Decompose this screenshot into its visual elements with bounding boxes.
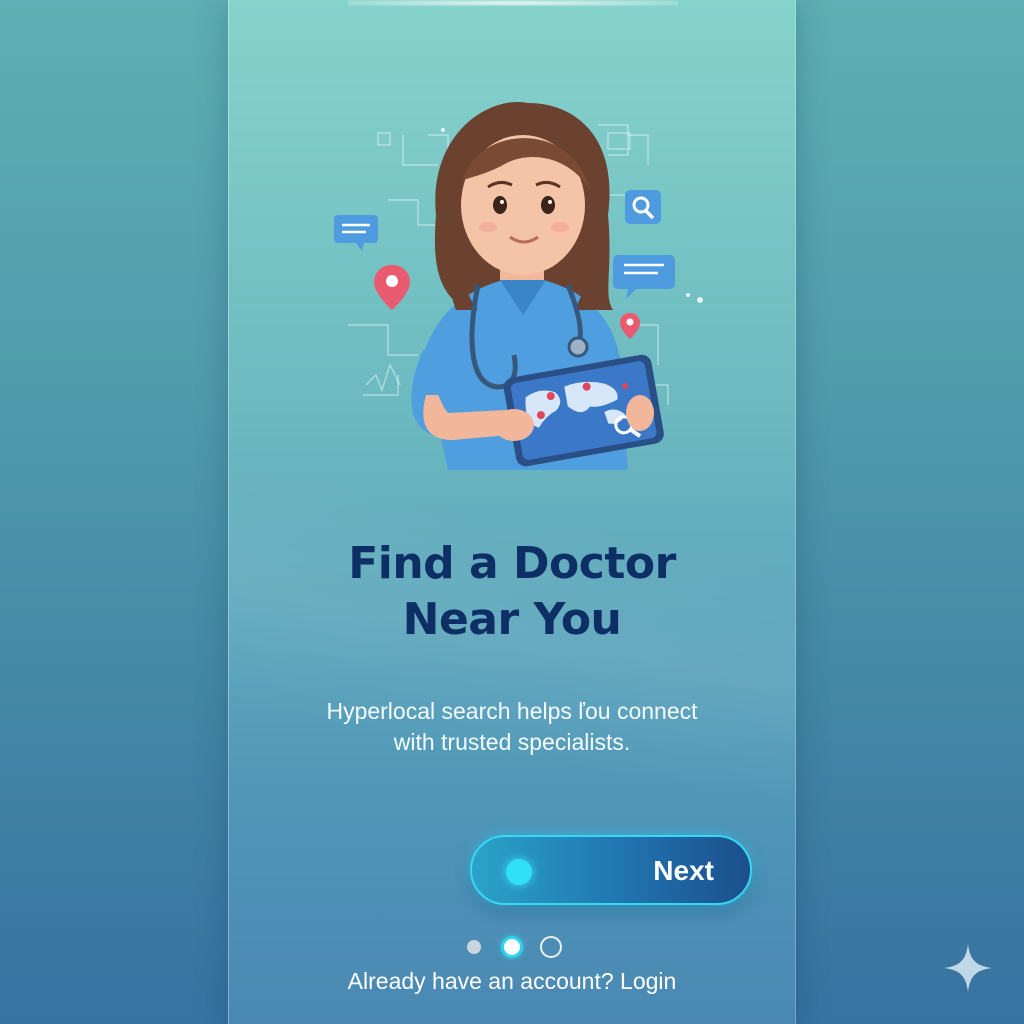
- page-dot-3[interactable]: [540, 936, 562, 958]
- sparkle-icon: [944, 944, 992, 992]
- page-dot-2-active[interactable]: [501, 936, 523, 958]
- onboarding-screen: Find a Doctor Near You Hyperlocal search…: [228, 0, 796, 1024]
- subtitle-line-2: with trusted specialists.: [393, 729, 631, 755]
- title-line-2: Near You: [402, 594, 622, 645]
- page-title: Find a Doctor Near You: [228, 536, 796, 648]
- page-subtitle: Hyperlocal search helps ľou connect with…: [228, 696, 796, 758]
- top-glow: [348, 0, 678, 6]
- chat-bubble-icon: [334, 215, 378, 251]
- location-pin-icon: [620, 313, 640, 339]
- subtitle-line-1: Hyperlocal search helps ľou connect: [326, 698, 698, 724]
- location-pin-icon: [374, 265, 410, 310]
- login-link[interactable]: Already have an account? Login: [228, 966, 796, 996]
- chat-bubble-icon: [613, 255, 675, 299]
- background-left-panel: [0, 0, 230, 1024]
- button-dot-icon: [506, 859, 532, 885]
- pagination-dots: [228, 934, 796, 960]
- next-button[interactable]: Next: [470, 835, 752, 905]
- background-right-panel: [796, 0, 1024, 1024]
- search-icon: [625, 190, 661, 224]
- doctor-illustration: [334, 101, 703, 470]
- next-button-label: Next: [653, 855, 714, 886]
- page-dot-1[interactable]: [467, 940, 481, 954]
- title-line-1: Find a Doctor: [348, 538, 676, 589]
